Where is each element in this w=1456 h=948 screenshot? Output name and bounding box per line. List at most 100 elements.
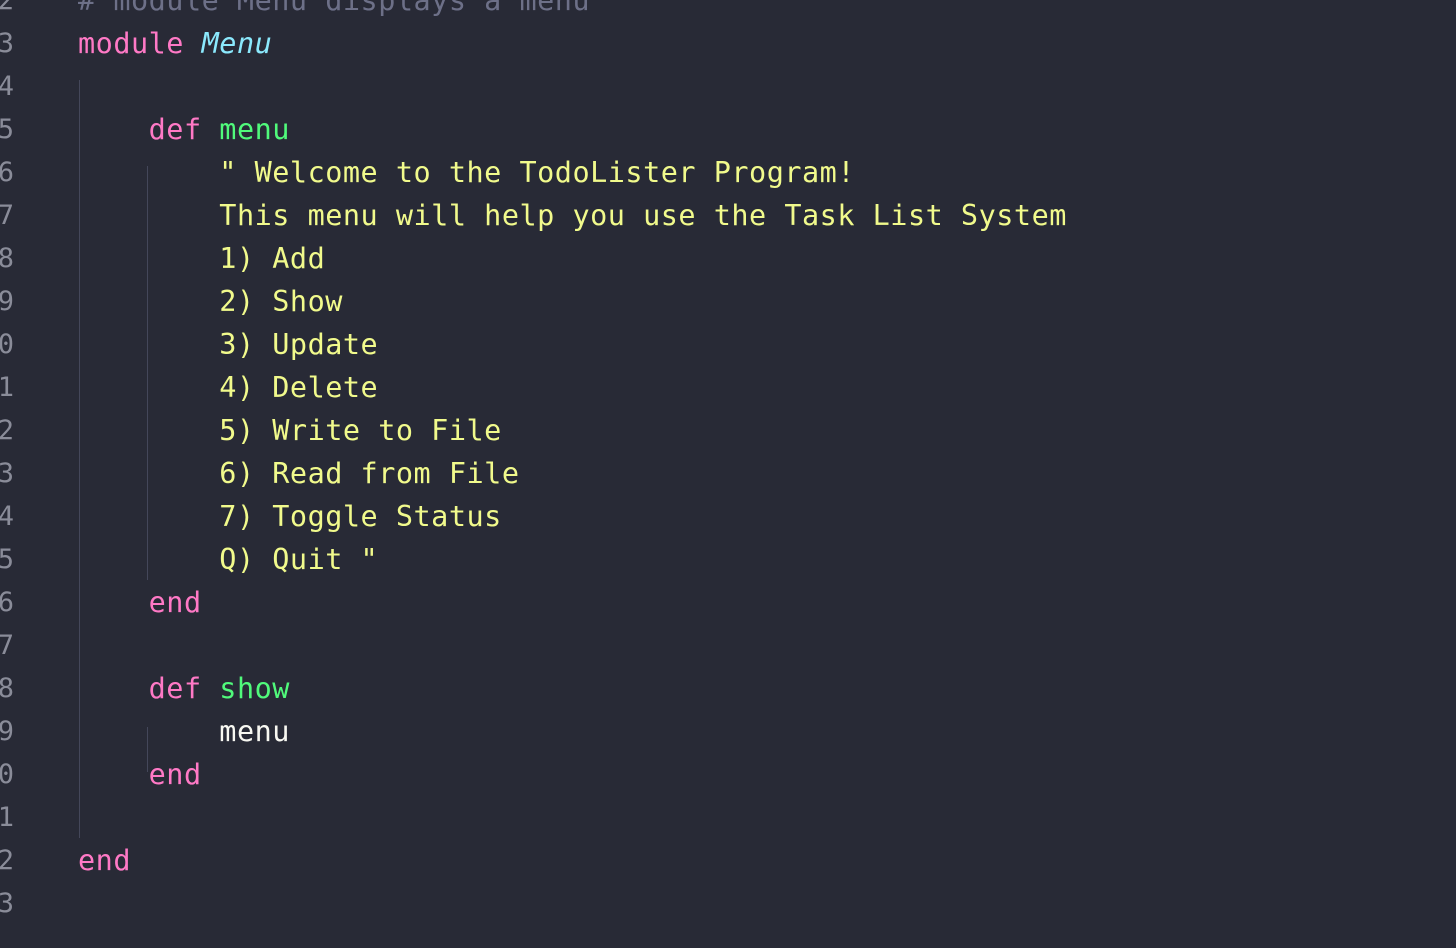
code-line[interactable]: 2 5) Write to File bbox=[0, 409, 1456, 452]
code-line[interactable]: 5 Q) Quit " bbox=[0, 538, 1456, 581]
line-number: 9 bbox=[0, 716, 14, 747]
token-keyword: module bbox=[78, 27, 184, 60]
line-number: 7 bbox=[0, 630, 14, 661]
code-line[interactable]: 9 2) Show bbox=[0, 280, 1456, 323]
code-line[interactable]: 0 end bbox=[0, 753, 1456, 796]
line-content: menu bbox=[78, 710, 290, 753]
code-line[interactable]: 7 This menu will help you use the Task L… bbox=[0, 194, 1456, 237]
code-line[interactable]: 4 7) Toggle Status bbox=[0, 495, 1456, 538]
token-string: 7) Toggle Status bbox=[219, 500, 502, 533]
line-number: 9 bbox=[0, 286, 14, 317]
token-string: 1) Add bbox=[219, 242, 326, 275]
token-string: This menu will help you use the Task Lis… bbox=[219, 199, 1067, 232]
token-string: 6) Read from File bbox=[219, 457, 520, 490]
code-editor[interactable]: 2 # module Menu displays a menu 3 module Me… bbox=[0, 0, 1456, 948]
line-content: 5) Write to File bbox=[78, 409, 502, 452]
line-number: 4 bbox=[0, 71, 14, 102]
line-content: 3) Update bbox=[78, 323, 378, 366]
line-content: # module Menu displays a menu bbox=[78, 0, 590, 22]
code-line[interactable]: 3 6) Read from File bbox=[0, 452, 1456, 495]
line-number: 3 bbox=[0, 888, 14, 919]
line-number: 2 bbox=[0, 845, 14, 876]
line-number: 0 bbox=[0, 329, 14, 360]
token-string: 5) Write to File bbox=[219, 414, 502, 447]
line-number: 2 bbox=[0, 415, 14, 446]
token-comment: # module Menu displays a menu bbox=[78, 0, 591, 17]
line-number: 1 bbox=[0, 372, 14, 403]
token-keyword: def bbox=[148, 113, 202, 146]
line-content: def menu bbox=[78, 108, 290, 151]
line-number: 5 bbox=[0, 544, 14, 575]
token-fn: menu bbox=[219, 113, 290, 146]
token-keyword: end bbox=[148, 586, 202, 619]
line-number: 2 bbox=[0, 0, 14, 16]
token-string: " Welcome to the TodoLister Program! bbox=[219, 156, 855, 189]
code-line[interactable]: 1 4) Delete bbox=[0, 366, 1456, 409]
line-number: 1 bbox=[0, 802, 14, 833]
line-content: 4) Delete bbox=[78, 366, 378, 409]
code-line[interactable]: 8 1) Add bbox=[0, 237, 1456, 280]
line-content: 7) Toggle Status bbox=[78, 495, 502, 538]
line-number: 3 bbox=[0, 458, 14, 489]
line-number: 5 bbox=[0, 114, 14, 145]
line-number: 8 bbox=[0, 673, 14, 704]
line-content: Q) Quit " bbox=[78, 538, 378, 581]
code-line[interactable]: 2 end bbox=[0, 839, 1456, 882]
code-line[interactable]: 2 # module Menu displays a menu bbox=[0, 0, 1456, 22]
token-class: Menu bbox=[201, 27, 273, 60]
code-line[interactable]: 5 def menu bbox=[0, 108, 1456, 151]
code-line[interactable]: 9 menu bbox=[0, 710, 1456, 753]
line-number: 8 bbox=[0, 243, 14, 274]
code-line[interactable]: 6 " Welcome to the TodoLister Program! bbox=[0, 151, 1456, 194]
line-number: 3 bbox=[0, 28, 14, 59]
line-content: def show bbox=[78, 667, 290, 710]
code-line[interactable]: 3 module Menu bbox=[0, 22, 1456, 65]
line-number: 4 bbox=[0, 501, 14, 532]
line-content: end bbox=[78, 839, 131, 882]
token-keyword: end bbox=[78, 844, 131, 877]
line-content: end bbox=[78, 581, 202, 624]
token-keyword: end bbox=[148, 758, 202, 791]
line-content: end bbox=[78, 753, 202, 796]
line-content: 1) Add bbox=[78, 237, 325, 280]
code-line[interactable]: 0 3) Update bbox=[0, 323, 1456, 366]
code-line[interactable]: 1 bbox=[0, 796, 1456, 839]
token-string: 2) Show bbox=[219, 285, 343, 318]
token-fn: show bbox=[219, 672, 290, 705]
code-line[interactable]: 7 bbox=[0, 624, 1456, 667]
code-line[interactable]: 6 end bbox=[0, 581, 1456, 624]
token-keyword: def bbox=[148, 672, 202, 705]
line-content: 6) Read from File bbox=[78, 452, 519, 495]
token-plain: menu bbox=[219, 715, 290, 748]
line-content: module Menu bbox=[78, 22, 272, 65]
code-line[interactable]: 3 bbox=[0, 882, 1456, 925]
line-number: 0 bbox=[0, 759, 14, 790]
token-string: 4) Delete bbox=[219, 371, 379, 404]
line-content: 2) Show bbox=[78, 280, 343, 323]
line-number: 6 bbox=[0, 157, 14, 188]
code-line[interactable]: 4 bbox=[0, 65, 1456, 108]
line-content: " Welcome to the TodoLister Program! bbox=[78, 151, 855, 194]
code-line[interactable]: 8 def show bbox=[0, 667, 1456, 710]
line-content: This menu will help you use the Task Lis… bbox=[78, 194, 1067, 237]
line-number: 6 bbox=[0, 587, 14, 618]
line-number: 7 bbox=[0, 200, 14, 231]
